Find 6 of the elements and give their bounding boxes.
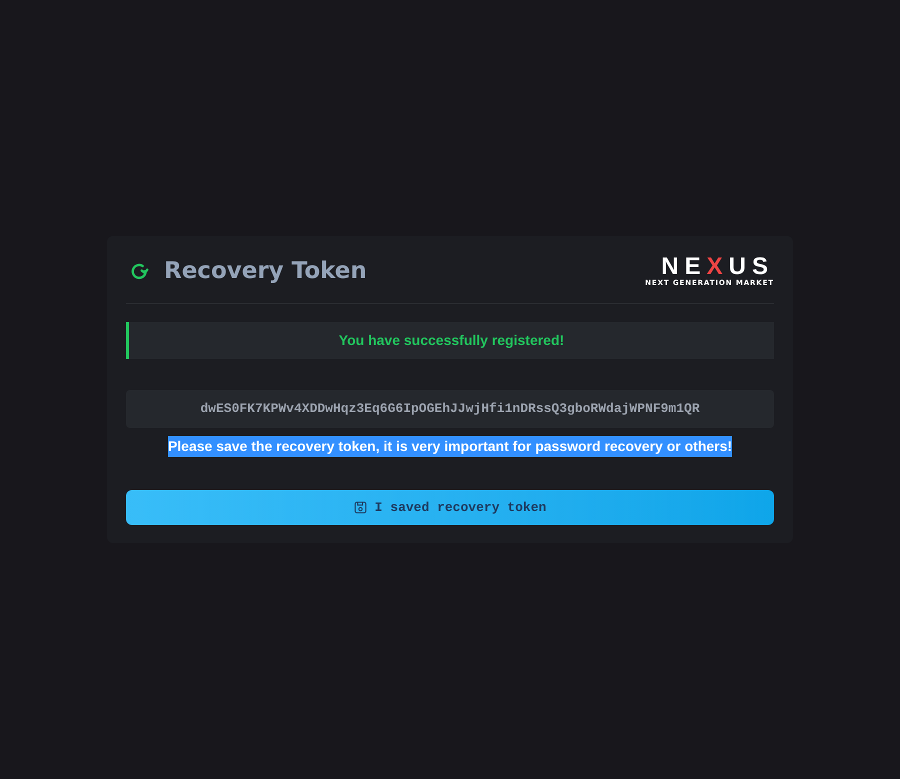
card-title: Recovery Token [164, 257, 367, 286]
token-field: dwES0FK7KPWv4XDDwHqz3Eq6G6IpOGEhJJwjHfi1nDRssQ3gboRWdajWPNF9m1QR [126, 390, 774, 428]
warning-text: Please save the recovery token, it is very important for password recovery or others! [168, 436, 732, 457]
saved-token-button[interactable]: I saved recovery token [126, 490, 774, 525]
save-icon [354, 500, 367, 514]
alert-message: You have successfully registered! [338, 330, 564, 350]
